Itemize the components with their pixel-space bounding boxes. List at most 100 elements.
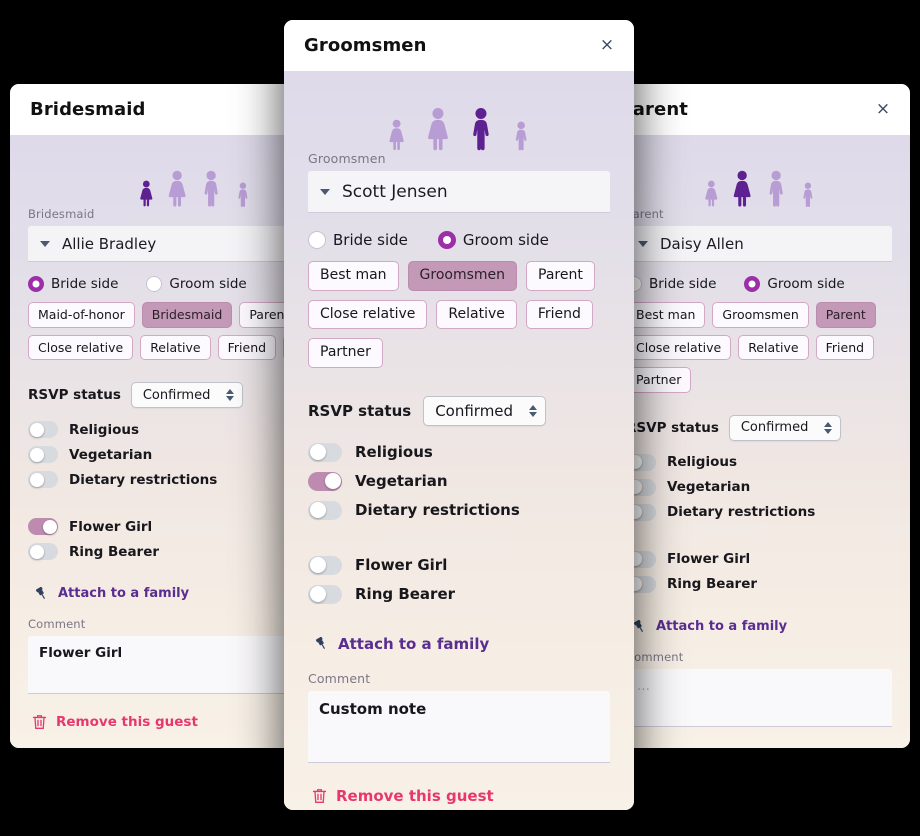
role-chip-close-relative[interactable]: Close relative [308,299,428,329]
figure-girl-selected[interactable] [139,180,154,207]
side-radio-label: Groom side [767,276,845,292]
diet-toggle-religious[interactable]: Religious [308,438,610,467]
toggle-label: Flower Girl [355,556,448,574]
role-toggle-group: Flower Girl Ring Bearer [308,551,610,609]
panel-title: Groomsmen [304,35,427,56]
toggle-label: Vegetarian [667,479,751,496]
name-select[interactable]: Daisy Allen [626,226,892,262]
rsvp-label: RSVP status [626,419,719,436]
figure-girl[interactable] [704,180,719,207]
figure-man[interactable] [201,170,221,207]
diet-toggle-group: Religious Vegetarian Dietary restrictions [626,450,892,525]
toggle-switch [308,555,342,575]
rsvp-select[interactable]: Confirmed [130,382,244,409]
chevron-down-icon [638,240,648,247]
rsvp-select[interactable]: Confirmed [728,414,842,441]
toggle-label: Religious [667,454,738,471]
diet-toggle-dietary-restrictions[interactable]: Dietary restrictions [626,500,892,525]
comment-label: Comment [308,670,371,686]
role-chip-maid-of-honor[interactable]: Maid-of-honor [28,302,135,328]
role-chip-bridesmaid[interactable]: Bridesmaid [141,302,233,328]
side-radio-group: Bride side Groom side [626,276,892,292]
figure-boy[interactable] [513,121,529,151]
role-chip-parent[interactable]: Parent [815,302,876,328]
side-radio-bride-side[interactable]: Bride side [28,276,118,292]
toggle-switch [308,500,342,520]
attach-link-label: Attach to a family [58,586,190,602]
role-chip-groomsmen[interactable]: Groomsmen [407,261,518,291]
role-toggle-flower-girl[interactable]: Flower Girl [626,547,892,572]
role-toggle-ring-bearer[interactable]: Ring Bearer [308,580,610,609]
role-chip-close-relative[interactable]: Close relative [28,334,134,361]
role-chip-best-man[interactable]: Best man [626,302,706,328]
pin-icon [633,619,643,632]
role-chip-relative[interactable]: Relative [738,334,809,361]
toggle-label: Dietary restrictions [69,471,218,488]
role-chip-group: Best man Groomsmen Parent Close relative Rel… [308,261,610,368]
side-radio-bride-side[interactable]: Bride side [308,231,408,249]
toggle-label: Ring Bearer [69,543,160,560]
panel-body-groomsmen: Groomsmen Scott Jensen Bride side Groom sid… [284,71,634,810]
figure-girl[interactable] [388,119,405,151]
side-radio-groom-side[interactable]: Groom side [146,276,247,292]
toggle-label: Dietary restrictions [355,501,520,519]
diet-toggle-dietary-restrictions[interactable]: Dietary restrictions [308,496,610,525]
role-toggle-ring-bearer[interactable]: Ring Bearer [626,572,892,597]
role-chip-best-man[interactable]: Best man [308,261,399,291]
role-chip-groomsmen[interactable]: Groomsmen [712,302,809,328]
diet-toggle-vegetarian[interactable]: Vegetarian [626,475,892,500]
role-chip-partner[interactable]: Partner [626,367,692,393]
role-chip-group: Best man Groomsmen Parent Close relative Rel… [626,302,892,393]
close-icon[interactable]: × [596,35,618,57]
role-chip-friend[interactable]: Friend [217,334,277,361]
close-icon[interactable]: × [872,99,894,121]
toggle-label: Religious [69,421,140,438]
panel-header-groomsmen: Groomsmen × [284,20,634,71]
screen: Bridesmaid Bridesmaid Allie Bradley Bride s… [0,0,920,836]
role-chip-close-relative[interactable]: Close relative [626,334,732,361]
role-chip-friend[interactable]: Friend [525,299,593,329]
panel-groomsmen: Groomsmen × Groomsmen Scott Jensen Bride sid… [284,20,634,810]
remove-guest-link[interactable]: Remove this guest [308,787,610,805]
role-chip-partner[interactable]: Partner [308,338,383,368]
side-radio-label: Groom side [169,276,247,292]
side-radio-bride-side[interactable]: Bride side [626,276,716,292]
figure-boy[interactable] [236,182,250,208]
name-select[interactable]: Scott Jensen [308,171,610,213]
side-radio-groom-side[interactable]: Groom side [744,276,845,292]
pin-icon [315,636,325,649]
remove-guest-link[interactable]: Remove this guest [626,747,892,748]
rsvp-label: RSVP status [28,387,121,404]
chevron-down-icon [40,240,50,247]
attach-to-family-link[interactable]: Attach to a family [626,619,892,634]
chevron-down-icon [320,188,330,195]
side-radio-groom-side[interactable]: Groom side [437,231,549,249]
comment-wrap: Comment... [626,650,892,727]
trash-icon [312,788,327,803]
comment-wrap: Comment Custom note [308,671,610,763]
diet-toggle-vegetarian[interactable]: Vegetarian [308,467,610,496]
toggle-label: Dietary restrictions [667,504,816,521]
role-toggle-flower-girl[interactable]: Flower Girl [308,551,610,580]
figure-woman[interactable] [167,170,187,207]
radio-indicator [744,276,761,292]
role-chip-friend[interactable]: Friend [815,334,875,361]
attach-to-family-link[interactable]: Attach to a family [308,635,610,653]
comment-input[interactable]: ... [626,668,892,727]
toggle-switch [28,421,58,439]
role-chip-relative[interactable]: Relative [140,334,211,361]
figure-woman[interactable] [426,107,450,151]
role-chip-parent[interactable]: Parent [526,261,595,291]
diet-toggle-religious[interactable]: Religious [626,450,892,475]
trash-icon [32,715,47,730]
rsvp-select[interactable]: Confirmed [423,395,547,426]
side-radio-group: Bride side Groom side [308,231,610,249]
role-chip-relative[interactable]: Relative [436,299,517,329]
toggle-label: Ring Bearer [355,585,456,603]
figure-boy[interactable] [801,182,815,208]
figure-man-selected[interactable] [469,107,493,151]
comment-input[interactable]: Custom note [308,690,610,763]
figure-woman-selected[interactable] [732,170,752,207]
remove-link-label: Remove this guest [654,747,796,748]
figure-man[interactable] [766,170,786,207]
